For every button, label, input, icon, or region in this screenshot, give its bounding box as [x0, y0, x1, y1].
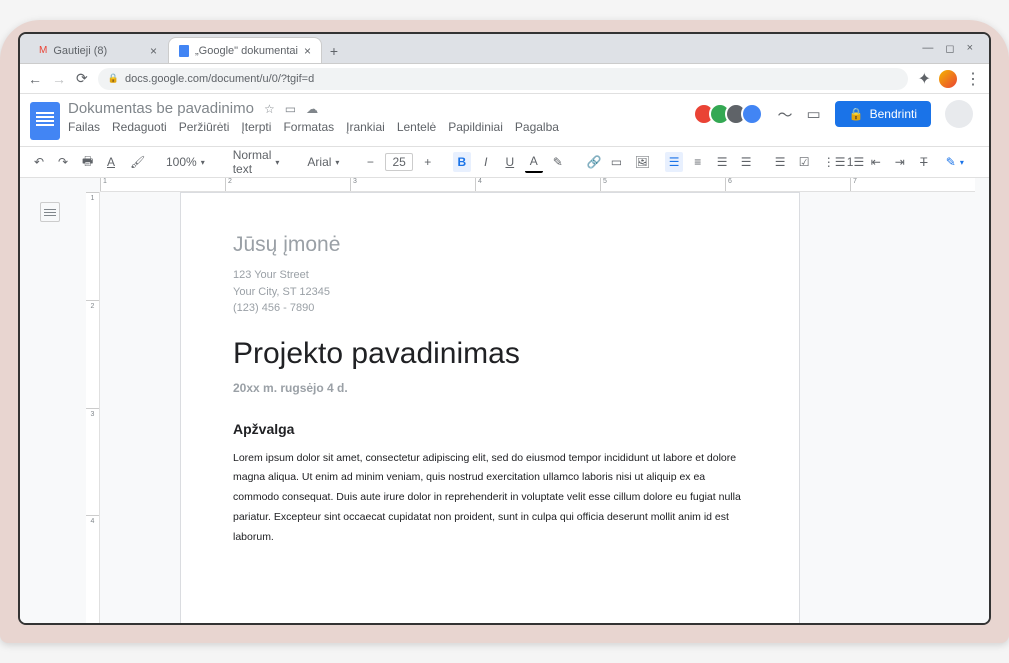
reload-icon[interactable]: ⟳: [76, 70, 88, 87]
docs-logo-icon[interactable]: [30, 102, 60, 140]
tab-title: Gautieji (8): [53, 45, 107, 57]
browser-url-bar: ← → ⟳ 🔒 docs.google.com/document/u/0/?tg…: [20, 64, 989, 94]
document-page[interactable]: Jūsų įmonė 123 Your Street Your City, ST…: [180, 192, 800, 623]
close-icon[interactable]: ×: [150, 44, 157, 58]
menu-view[interactable]: Peržiūrėti: [179, 120, 230, 134]
horizontal-ruler[interactable]: 1234567: [100, 178, 975, 192]
maximize-icon[interactable]: ◻: [945, 42, 954, 55]
underline-icon[interactable]: U: [501, 152, 519, 172]
document-area: 1234567 1234 Jūsų įmonė 123 Your Street …: [20, 178, 989, 623]
link-icon[interactable]: 🔗: [583, 152, 601, 172]
screen: M Gautieji (8) × „Google" dokumentai × +…: [18, 32, 991, 625]
company-address: 123 Your Street Your City, ST 12345 (123…: [233, 267, 747, 317]
close-window-icon[interactable]: ×: [967, 42, 973, 55]
browser-menu-icon[interactable]: ⋮: [965, 69, 981, 89]
align-justify-icon[interactable]: ☰: [737, 152, 755, 172]
style-select[interactable]: Normal text: [227, 148, 286, 176]
window-controls: — ◻ ×: [914, 42, 981, 55]
menu-edit[interactable]: Redaguoti: [112, 120, 167, 134]
align-left-icon[interactable]: ☰: [665, 152, 683, 172]
comments-icon[interactable]: ▭: [806, 105, 820, 123]
indent-increase-icon[interactable]: ⇥: [891, 152, 909, 172]
star-icon[interactable]: ☆: [264, 102, 275, 116]
align-center-icon[interactable]: ≡: [689, 152, 707, 172]
print-icon[interactable]: 🖶: [78, 149, 96, 176]
extensions-icon[interactable]: ✦: [918, 69, 931, 89]
image-icon[interactable]: 🖼: [631, 152, 649, 172]
align-right-icon[interactable]: ☰: [713, 152, 731, 172]
outline-toggle-icon[interactable]: [40, 202, 60, 222]
indent-decrease-icon[interactable]: ⇤: [867, 152, 885, 172]
menu-insert[interactable]: Įterpti: [241, 120, 271, 134]
lock-icon: 🔒: [849, 107, 864, 121]
numbered-list-icon[interactable]: 1☰: [843, 152, 861, 172]
bold-icon[interactable]: B: [453, 152, 471, 172]
laptop-frame: M Gautieji (8) × „Google" dokumentai × +…: [0, 20, 1009, 643]
menu-tools[interactable]: Įrankiai: [346, 120, 385, 134]
move-icon[interactable]: ▭: [285, 102, 296, 116]
docs-header: Dokumentas be pavadinimo ☆ ▭ ☁ Failas Re…: [20, 94, 989, 140]
company-name: Jūsų įmonė: [233, 233, 747, 257]
bulleted-list-icon[interactable]: ⋮☰: [819, 152, 837, 172]
forward-icon[interactable]: →: [52, 71, 66, 87]
formatting-toolbar: ↶ ↷ 🖶 A 🖌 100% Normal text Arial − 25 + …: [20, 146, 989, 178]
project-title: Projekto pavadinimas: [233, 337, 747, 371]
doc-title[interactable]: Dokumentas be pavadinimo: [68, 100, 254, 117]
highlight-icon[interactable]: ✎: [549, 152, 567, 172]
docs-icon: [179, 45, 189, 57]
url-field[interactable]: 🔒 docs.google.com/document/u/0/?tgif=d: [98, 68, 908, 90]
font-select[interactable]: Arial: [301, 155, 345, 169]
line-spacing-icon[interactable]: ☰: [771, 152, 789, 172]
vertical-ruler[interactable]: 1234: [86, 192, 100, 623]
text-color-icon[interactable]: A: [525, 151, 543, 173]
comment-icon[interactable]: ▭: [607, 152, 625, 172]
activity-icon[interactable]: 〜: [777, 104, 792, 125]
section-heading: Apžvalga: [233, 421, 747, 437]
editing-mode-button[interactable]: ✎ ▾: [939, 152, 971, 172]
menu-table[interactable]: Lentelė: [397, 120, 436, 134]
close-icon[interactable]: ×: [304, 44, 311, 58]
gmail-icon: M: [39, 45, 47, 56]
url-text: docs.google.com/document/u/0/?tgif=d: [125, 73, 314, 85]
browser-profile-icon[interactable]: [939, 70, 957, 88]
menu-help[interactable]: Pagalba: [515, 120, 559, 134]
font-size-increase[interactable]: +: [419, 152, 437, 172]
share-button[interactable]: 🔒 Bendrinti: [835, 101, 931, 127]
cloud-status-icon[interactable]: ☁: [306, 102, 318, 116]
body-paragraph: Lorem ipsum dolor sit amet, consectetur …: [233, 449, 747, 549]
spellcheck-icon[interactable]: A: [102, 152, 120, 172]
font-size[interactable]: 25: [385, 153, 412, 171]
back-icon[interactable]: ←: [28, 71, 42, 87]
user-avatar-icon[interactable]: [945, 100, 973, 128]
menu-format[interactable]: Formatas: [283, 120, 334, 134]
browser-tab-gmail[interactable]: M Gautieji (8) ×: [28, 37, 168, 63]
collaborator-avatars[interactable]: [699, 103, 763, 125]
share-label: Bendrinti: [870, 107, 917, 121]
browser-tab-docs[interactable]: „Google" dokumentai ×: [168, 37, 322, 63]
project-date: 20xx m. rugsėjo 4 d.: [233, 381, 747, 395]
menu-addons[interactable]: Papildiniai: [448, 120, 503, 134]
new-tab-button[interactable]: +: [322, 39, 346, 63]
zoom-select[interactable]: 100%: [160, 155, 211, 169]
avatar: [741, 103, 763, 125]
pencil-icon: ✎: [946, 155, 956, 169]
lock-icon: 🔒: [108, 73, 119, 84]
checklist-icon[interactable]: ☑: [795, 152, 813, 172]
tab-title: „Google" dokumentai: [195, 45, 298, 57]
minimize-icon[interactable]: —: [922, 42, 933, 55]
menu-file[interactable]: Failas: [68, 120, 100, 134]
italic-icon[interactable]: I: [477, 152, 495, 172]
menu-bar: Failas Redaguoti Peržiūrėti Įterpti Form…: [68, 120, 691, 134]
clear-format-icon[interactable]: T: [915, 152, 933, 172]
redo-icon[interactable]: ↷: [54, 152, 72, 172]
paint-format-icon[interactable]: 🖌: [126, 152, 144, 172]
browser-tab-bar: M Gautieji (8) × „Google" dokumentai × +…: [20, 34, 989, 64]
undo-icon[interactable]: ↶: [30, 152, 48, 172]
font-size-decrease[interactable]: −: [361, 152, 379, 172]
